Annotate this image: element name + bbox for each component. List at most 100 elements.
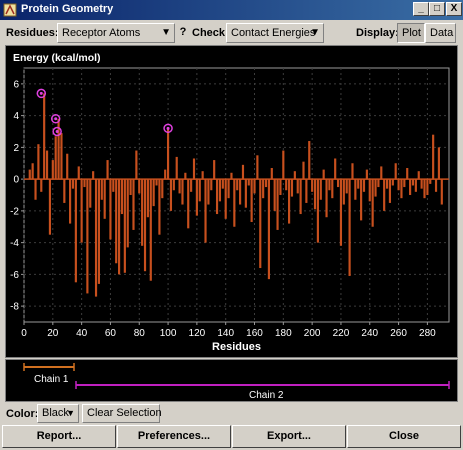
energy-bar: [138, 179, 141, 194]
display-plot-toggle[interactable]: Plot: [397, 23, 425, 43]
energy-bar: [158, 179, 161, 235]
help-button[interactable]: ?: [177, 24, 189, 42]
chain1-label: Chain 1: [34, 374, 69, 385]
close-window-button[interactable]: X: [446, 2, 462, 16]
x-tick-label: 20: [47, 328, 59, 339]
energy-bar: [342, 179, 345, 205]
color-select[interactable]: Black ▼: [37, 404, 79, 423]
energy-bar: [253, 179, 256, 194]
preferences-button[interactable]: Preferences...: [117, 425, 231, 448]
y-tick-label: -6: [10, 270, 19, 281]
energy-bar: [411, 179, 415, 186]
energy-bar: [270, 168, 273, 180]
energy-bar: [218, 179, 222, 202]
x-tick-label: 60: [105, 328, 117, 339]
energy-bar: [149, 179, 152, 281]
energy-bar: [71, 179, 75, 189]
energy-bar: [164, 169, 167, 180]
energy-bar: [227, 179, 230, 199]
energy-bar: [256, 155, 259, 180]
chevron-down-icon: ▼: [161, 27, 171, 38]
energy-bar: [385, 179, 389, 189]
energy-bar: [236, 179, 239, 191]
energy-bar: [299, 179, 302, 215]
chain2-label: Chain 2: [249, 390, 284, 401]
energy-bar: [414, 179, 417, 192]
energy-bar: [141, 179, 144, 246]
energy-bar: [394, 163, 397, 180]
chain-panel: Chain 1 Chain 2: [5, 359, 458, 402]
energy-bar: [319, 179, 322, 200]
energy-bar: [135, 150, 138, 180]
highlight-dot: [39, 91, 43, 95]
energy-bar: [115, 179, 118, 264]
energy-bar: [155, 179, 158, 186]
energy-bar: [276, 179, 279, 230]
energy-bar: [316, 179, 319, 243]
energy-bar: [48, 179, 52, 235]
energy-bar: [66, 153, 69, 180]
energy-bar: [377, 179, 380, 188]
x-tick-label: 240: [361, 328, 378, 339]
energy-bar: [308, 141, 311, 180]
energy-bar: [371, 179, 374, 227]
energy-bar: [434, 179, 438, 192]
energy-bar: [313, 179, 317, 210]
energy-bar: [89, 179, 92, 208]
energy-bar: [69, 179, 72, 224]
energy-bar: [166, 128, 170, 180]
y-tick-label: -8: [10, 302, 19, 313]
energy-bar: [80, 179, 83, 243]
energy-bar: [383, 179, 386, 211]
energy-bar: [210, 179, 213, 191]
energy-bar: [190, 179, 193, 192]
action-buttons: Report... Preferences... Export... Close: [0, 425, 463, 450]
energy-bar: [420, 179, 423, 189]
residues-select[interactable]: Receptor Atoms ▼: [57, 23, 175, 43]
x-tick-label: 100: [160, 328, 177, 339]
energy-bar: [28, 169, 31, 180]
energy-bar: [224, 179, 227, 219]
energy-bar: [34, 179, 37, 200]
residues-select-value: Receptor Atoms: [62, 27, 141, 39]
energy-bar: [357, 179, 360, 189]
y-tick-label: 0: [13, 175, 19, 186]
energy-bar: [296, 179, 299, 194]
energy-bar: [118, 179, 121, 275]
x-tick-label: 80: [134, 328, 146, 339]
x-tick-label: 260: [390, 328, 407, 339]
energy-bar: [417, 171, 420, 180]
y-tick-label: 4: [13, 111, 19, 122]
energy-bar: [380, 166, 383, 180]
maximize-button[interactable]: □: [429, 2, 445, 16]
report-button[interactable]: Report...: [2, 425, 116, 448]
clear-selection-button[interactable]: Clear Selection: [82, 404, 162, 423]
energy-bar: [348, 179, 351, 276]
energy-bar: [290, 179, 294, 197]
energy-bar: [94, 179, 98, 297]
energy-bar: [437, 147, 440, 180]
close-button[interactable]: Close: [347, 425, 461, 448]
energy-bar: [365, 169, 368, 180]
energy-bar: [63, 179, 66, 203]
energy-bar: [264, 179, 268, 188]
energy-bar: [213, 160, 216, 180]
y-tick-label: 6: [13, 79, 19, 90]
energy-bar: [331, 179, 334, 199]
energy-bar: [83, 179, 86, 188]
energy-bar: [403, 179, 406, 188]
display-data-toggle[interactable]: Data: [425, 23, 456, 43]
minimize-button[interactable]: _: [413, 2, 429, 16]
export-button[interactable]: Export...: [232, 425, 346, 448]
y-tick-label: -2: [10, 206, 19, 217]
y-tick-label: -4: [10, 238, 19, 249]
energy-bar: [195, 179, 198, 216]
app-icon: [3, 3, 17, 17]
energy-bar: [279, 179, 282, 195]
energy-bar: [409, 179, 412, 195]
energy-bar: [311, 179, 314, 192]
energy-bar: [201, 171, 204, 180]
check-select[interactable]: Contact Energies ▼: [226, 23, 324, 43]
energy-bar: [204, 179, 207, 243]
energy-bar: [406, 168, 409, 180]
